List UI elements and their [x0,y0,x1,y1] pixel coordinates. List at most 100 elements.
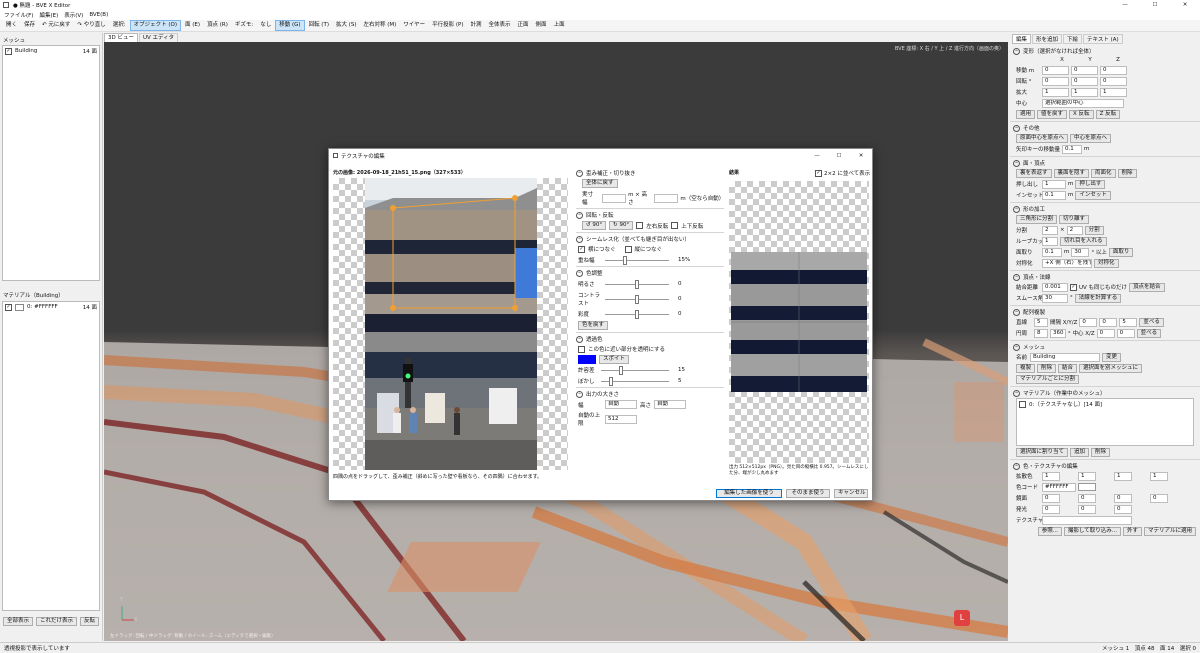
diffuse-a-input[interactable]: 1 [1150,471,1168,481]
face-center-origin-button[interactable]: 原面中心を原点へ [1016,133,1069,143]
mesh-visible-checkbox[interactable]: ✓ [5,47,12,55]
scale-y-input[interactable]: 1 [1071,87,1098,97]
browse-texture-button[interactable]: 参照... [1037,526,1062,536]
inset-button[interactable]: インセット [1075,190,1111,200]
array-header[interactable]: ^ 配列複製 [1013,308,1200,316]
tab-text[interactable]: テキスト (A) [1083,34,1123,44]
misc-header[interactable]: ^ その他 [1013,124,1200,132]
bevel-angle-input[interactable]: 30 [1071,247,1090,257]
bevel-button[interactable]: 面取り [1108,247,1134,257]
tab-uv-editor[interactable]: UV エディタ [138,33,179,42]
assign-material-button[interactable]: 選択面に割り当て [1016,447,1069,457]
mode-face[interactable]: 面 (E) [182,20,203,31]
recalc-normals-button[interactable]: 法線を計算する [1074,293,1122,303]
reset-values-button[interactable]: 値を戻す [1037,109,1068,119]
detach-button[interactable]: 切り離す [1059,214,1090,224]
crop-section-header[interactable]: ^ 歪み補正・切り抜き [576,169,724,177]
menu-file[interactable]: ファイル(F) [4,11,33,19]
brightness-slider[interactable] [605,279,669,289]
circular-x-input[interactable]: 0 [1096,328,1115,338]
tab-edit[interactable]: 編集 [1012,34,1032,44]
gizmo-badge[interactable]: L [954,610,970,626]
open-button[interactable]: 開く [3,20,20,31]
color-reset-button[interactable]: 色を戻す [578,321,609,330]
mesh-name-input[interactable]: Building [1030,352,1100,362]
extrude-input[interactable]: 1 [1042,179,1066,189]
redo-button[interactable]: ↷ やり直し [74,20,108,31]
inset-input[interactable]: 0.1 [1042,190,1066,200]
saturation-slider[interactable] [605,309,669,319]
delete-face-button[interactable]: 削除 [1117,168,1137,178]
linear-z-input[interactable]: 5 [1119,317,1138,327]
flip-x-button[interactable]: X 反転 [1069,109,1094,119]
output-height-select[interactable]: 自動 [654,400,687,409]
material-checkbox[interactable] [1019,400,1026,408]
color-code-input[interactable]: #FFFFFF [1042,482,1076,492]
bevel-width-input[interactable]: 0.1 [1042,247,1062,257]
view-top-button[interactable]: 上面 [551,20,568,31]
center-select[interactable]: 選択範囲の中心 [1042,98,1124,108]
show-all-button[interactable]: 全部表示 [3,617,34,626]
tab-underlay[interactable]: 下絵 [1063,34,1083,44]
measure-button[interactable]: 計測 [468,20,485,31]
tab-3d-view[interactable]: 3D ビュー [104,33,138,42]
rename-mesh-button[interactable]: 変更 [1102,352,1122,362]
center-origin-button[interactable]: 中心を原点へ [1070,133,1112,143]
real-width-input[interactable] [602,193,627,203]
invert-visibility-button[interactable]: 反転 [80,617,100,626]
transparent-checkbox[interactable] [578,345,585,353]
rotate-right-button[interactable]: ↻ 90° [609,221,634,230]
double-side-button[interactable]: 両面化 [1091,168,1116,178]
merge-distance-input[interactable]: 0.001 [1042,282,1068,292]
blur-slider[interactable] [601,376,669,386]
fit-all-button[interactable]: 全体表示 [486,20,514,31]
add-material-button[interactable]: 追加 [1070,447,1090,457]
diffuse-g-input[interactable]: 1 [1078,471,1096,481]
triangulate-button[interactable]: 三角形に分割 [1016,214,1058,224]
merge-mesh-button[interactable]: 結合 [1058,363,1078,373]
subdivide-b-input[interactable]: 2 [1066,225,1083,235]
color-preview[interactable] [1078,483,1096,491]
apply-button[interactable]: 適用 [1016,109,1036,119]
rotate-z-input[interactable]: 0 [1100,76,1127,86]
rotate-section-header[interactable]: ^ 回転・反転 [576,211,724,219]
maximize-button[interactable]: ☐ [1140,2,1170,8]
flip-z-button[interactable]: Z 反転 [1095,109,1121,119]
minimize-button[interactable]: — [1110,2,1140,8]
symmetrize-button[interactable]: 対称化 [1094,258,1119,268]
real-height-input[interactable] [654,193,679,203]
remove-texture-button[interactable]: 外す [1123,526,1143,536]
rotate-y-input[interactable]: 0 [1071,76,1098,86]
smooth-angle-input[interactable]: 30 [1042,293,1068,303]
use-original-button[interactable]: そのまま使う [786,488,830,498]
gizmo-none[interactable]: なし [257,20,274,31]
merge-vertices-button[interactable]: 頂点を結合 [1129,282,1165,292]
mode-object[interactable]: オブジェクト (O) [129,20,181,31]
vertex-normal-header[interactable]: ^ 頂点・法線 [1013,273,1200,281]
list-item[interactable]: 0:（テクスチャなし）[14 面] [1017,399,1193,409]
menu-edit[interactable]: 編集(E) [39,11,58,19]
arrow-step-input[interactable]: 0.1 [1062,144,1083,154]
gizmo-rotate[interactable]: 回転 (T) [306,20,332,31]
subdivide-button[interactable]: 分割 [1084,225,1104,235]
delete-mesh-button[interactable]: 削除 [1037,363,1057,373]
circular-z-input[interactable]: 0 [1116,328,1135,338]
view-side-button[interactable]: 側面 [533,20,550,31]
tile-preview-checkbox[interactable]: ✓ [815,169,822,177]
linear-x-input[interactable]: 0 [1079,317,1098,327]
contrast-slider[interactable] [605,294,669,304]
extrude-button[interactable]: 押し出す [1075,179,1106,189]
symmetrize-select[interactable]: +X 側（右）を残す [1042,258,1092,268]
shape-header[interactable]: ^ 形の加工 [1013,205,1200,213]
output-max-select[interactable]: 512 [605,414,637,424]
linear-count-input[interactable]: 5 [1034,317,1048,327]
dialog-maximize-button[interactable]: ☐ [828,153,850,159]
hide-back-button[interactable]: 裏面を隠す [1053,168,1090,178]
color-section-header[interactable]: ^ 色調整 [576,269,724,277]
view-front-button[interactable]: 正面 [515,20,532,31]
key-color-swatch[interactable] [578,355,596,364]
capture-texture-button[interactable]: 撮影して取り込み... [1063,526,1122,536]
output-section-header[interactable]: ^ 出力の大きさ [576,390,724,398]
circular-array-button[interactable]: 並べる [1136,328,1162,338]
material-header[interactable]: ^ マテリアル（作業中のメッシュ） [1013,389,1200,397]
